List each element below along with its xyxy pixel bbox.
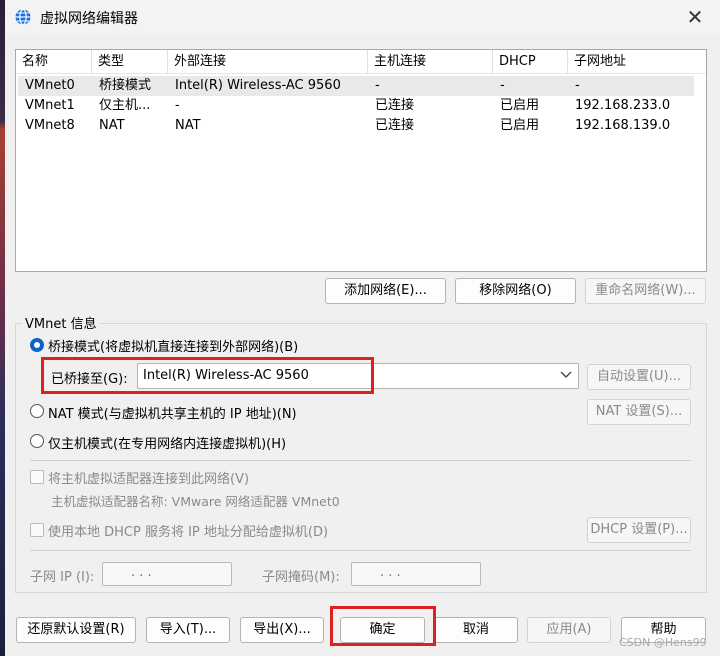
host-only-label[interactable]: 仅主机模式(在专用网络内连接虚拟机)(H) (48, 433, 286, 452)
cell-host: 已连接 (375, 118, 415, 133)
dhcp-checkbox[interactable] (30, 523, 44, 537)
ip-separators: . . . (131, 565, 152, 580)
nat-settings-button[interactable]: NAT 设置(S)... (587, 399, 691, 425)
cell-dhcp: 已启用 (500, 98, 540, 113)
dhcp-settings-button[interactable]: DHCP 设置(P)... (587, 517, 691, 543)
desktop-edge (0, 0, 5, 656)
cell-external: Intel(R) Wireless-AC 9560 (175, 78, 341, 93)
highlight-box-bridged-to (41, 357, 374, 394)
subnet-mask-label: 子网掩码(M): (262, 570, 340, 585)
close-icon[interactable]: ✕ (682, 6, 708, 30)
ip-separators: . . . (380, 565, 401, 580)
cell-type: 桥接模式 (99, 78, 152, 93)
nat-mode-radio[interactable] (30, 404, 44, 418)
column-header-type[interactable]: 类型 (92, 50, 168, 74)
connect-adapter-label[interactable]: 将主机虚拟适配器连接到此网络(V) (48, 468, 249, 487)
apply-button[interactable]: 应用(A) (527, 617, 611, 643)
column-header-subnet[interactable]: 子网地址 (568, 50, 706, 74)
cell-subnet: 192.168.233.0 (575, 98, 671, 113)
cell-external: - (175, 98, 180, 113)
import-button[interactable]: 导入(T)... (146, 617, 230, 643)
cell-name: VMnet1 (25, 98, 75, 113)
network-list[interactable]: 名称 类型 外部连接 主机连接 DHCP 子网地址 VMnet0 桥接模式 In… (15, 49, 707, 272)
cell-name: VMnet8 (25, 118, 75, 133)
table-row[interactable]: VMnet0 桥接模式 Intel(R) Wireless-AC 9560 - … (18, 76, 694, 96)
cell-type: 仅主机... (99, 98, 151, 113)
table-row[interactable]: VMnet8 NAT NAT 已连接 已启用 192.168.139.0 (18, 116, 694, 136)
column-header-external[interactable]: 外部连接 (168, 50, 368, 74)
cell-host: - (375, 78, 380, 93)
cell-external: NAT (175, 118, 201, 133)
host-only-radio[interactable] (30, 434, 44, 448)
cell-dhcp: 已启用 (500, 118, 540, 133)
rename-network-button[interactable]: 重命名网络(W)... (585, 278, 706, 304)
remove-network-button[interactable]: 移除网络(O) (455, 278, 576, 304)
cell-name: VMnet0 (25, 78, 75, 93)
column-header-dhcp[interactable]: DHCP (493, 50, 568, 74)
adapter-name-text: 主机虚拟适配器名称: VMware 网络适配器 VMnet0 (51, 494, 340, 509)
cell-dhcp: - (500, 78, 505, 93)
subnet-ip-input[interactable]: . . . (102, 562, 232, 586)
divider (30, 550, 691, 551)
bridged-mode-label[interactable]: 桥接模式(将虚拟机直接连接到外部网络)(B) (48, 336, 298, 355)
column-header-host[interactable]: 主机连接 (368, 50, 493, 74)
restore-defaults-button[interactable]: 还原默认设置(R) (16, 617, 136, 643)
cell-subnet: 192.168.139.0 (575, 118, 671, 133)
cancel-button[interactable]: 取消 (434, 617, 518, 643)
dhcp-label[interactable]: 使用本地 DHCP 服务将 IP 地址分配给虚拟机(D) (48, 521, 328, 540)
nat-mode-label[interactable]: NAT 模式(与虚拟机共享主机的 IP 地址)(N) (48, 403, 297, 422)
divider (30, 460, 691, 461)
add-network-button[interactable]: 添加网络(E)... (325, 278, 446, 304)
auto-settings-button[interactable]: 自动设置(U)... (587, 364, 691, 390)
window-title: 虚拟网络编辑器 (40, 11, 138, 27)
highlight-box-ok (330, 606, 436, 646)
subnet-ip-label: 子网 IP (I): (30, 570, 95, 585)
network-globe-icon (15, 8, 31, 26)
column-header-name[interactable]: 名称 (16, 50, 92, 74)
subnet-mask-input[interactable]: . . . (351, 562, 481, 586)
connect-adapter-checkbox[interactable] (30, 470, 44, 484)
bridged-mode-radio[interactable] (30, 338, 44, 352)
table-row[interactable]: VMnet1 仅主机... - 已连接 已启用 192.168.233.0 (18, 96, 694, 116)
chevron-down-icon[interactable] (558, 366, 574, 384)
cell-host: 已连接 (375, 98, 415, 113)
cell-type: NAT (99, 118, 125, 133)
watermark-text: CSDN @Hens99 (619, 636, 707, 649)
export-button[interactable]: 导出(X)... (240, 617, 324, 643)
group-title: VMnet 信息 (22, 313, 100, 332)
cell-subnet: - (575, 78, 580, 93)
